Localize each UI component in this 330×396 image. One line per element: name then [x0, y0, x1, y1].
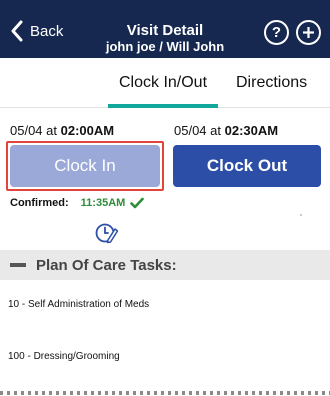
clock-in-button[interactable]: Clock In [10, 145, 160, 187]
tab-directions[interactable]: Directions [236, 74, 307, 92]
clock-out-button[interactable]: Clock Out [173, 145, 321, 187]
confirmed-time: 11:35AM [80, 197, 126, 209]
task-item[interactable]: 10 - Self Administration of Meds [8, 299, 149, 310]
tab-bar: Clock In/Out Directions [0, 58, 330, 108]
clock-out-date: 05/04 at [174, 123, 225, 138]
plus-icon [303, 27, 314, 38]
clock-in-time: 05/04 at 02:00AM [10, 123, 114, 138]
help-button[interactable]: ? [264, 20, 289, 45]
top-nav-bar: Back Visit Detail john joe / Will John ? [0, 0, 330, 58]
checkmark-icon [130, 197, 145, 209]
clock-out-hour: 02:30AM [224, 123, 279, 138]
help-icon: ? [271, 24, 282, 41]
separator-dot [300, 214, 302, 216]
back-button[interactable]: Back [10, 20, 63, 42]
chevron-left-icon [11, 20, 23, 42]
active-tab-indicator [108, 104, 218, 108]
back-label: Back [30, 22, 64, 40]
tab-clock-in-out[interactable]: Clock In/Out [108, 74, 218, 92]
page-title: Visit Detail [126, 22, 204, 39]
dashed-divider [0, 391, 330, 395]
confirmation-status: Confirmed: 11:35AM [10, 197, 145, 209]
clock-out-time: 05/04 at 02:30AM [174, 123, 278, 138]
plan-of-care-header: Plan Of Care Tasks: [0, 250, 330, 280]
clock-in-date: 05/04 at [10, 123, 61, 138]
page-subtitle: john joe / Will John [105, 39, 225, 54]
plan-of-care-title: Plan Of Care Tasks: [36, 256, 177, 274]
add-button[interactable] [296, 20, 321, 45]
task-item[interactable]: 100 - Dressing/Grooming [8, 351, 120, 362]
clock-in-hour: 02:00AM [60, 123, 115, 138]
collapse-minus-icon[interactable] [10, 263, 26, 267]
confirmed-label: Confirmed: [10, 197, 69, 209]
edit-time-icon[interactable] [95, 220, 119, 244]
